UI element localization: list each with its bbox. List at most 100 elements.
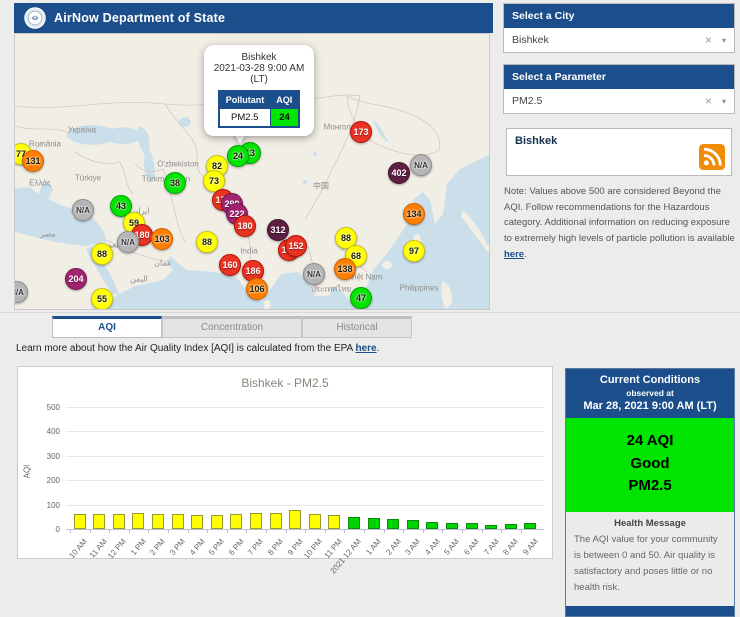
map-place-label: 中国 [313,181,329,191]
aqi-marker[interactable]: 180 [234,215,256,237]
parameter-select[interactable]: PM2.5 × ▾ [504,89,734,113]
chart-bar[interactable] [406,519,419,529]
aqi-marker[interactable]: 106 [246,278,268,300]
chart-bar[interactable] [367,517,380,529]
map-place-label: عمان [154,258,172,268]
popup-city: Bishkek [241,52,277,63]
aqi-marker[interactable]: 103 [151,228,173,250]
health-message-box: Health Message The AQI value for your co… [566,511,734,607]
aqi-marker[interactable]: 173 [350,121,372,143]
rss-icon[interactable] [699,144,725,170]
chart-xtick-label: 8 AM [501,537,521,557]
aqi-marker[interactable]: 402 [388,162,410,184]
aqi-marker[interactable]: 131 [22,150,44,172]
aqi-marker[interactable]: N/A [410,154,432,176]
chart-title: Bishkek - PM2.5 [241,376,329,390]
aqi-value-line: 24 AQI [626,432,674,449]
aqi-summary-box: 24 AQI Good PM2.5 [566,418,734,512]
app-header: AirNow Department of State [14,3,493,33]
aqi-marker[interactable]: 160 [219,254,241,276]
chart-bar[interactable] [210,515,223,529]
aqi-marker[interactable]: 24 [227,145,249,167]
observed-at-label: observed at [626,388,674,398]
chart-ytick-label: 400 [46,427,60,437]
tab-historical[interactable]: Historical [302,316,412,338]
aqi-marker[interactable]: N/A [117,231,139,253]
chart-bar[interactable] [308,513,321,529]
chart-bar[interactable] [93,514,106,529]
close-icon[interactable]: × [705,33,712,47]
map-place-label: مصر [40,229,56,239]
chart-xtick-label: 6 PM [226,537,246,558]
aqi-category: Good [630,454,670,472]
chevron-down-icon[interactable]: ▾ [722,97,726,106]
rss-city-label: Bishkek [515,135,558,147]
chart-bar[interactable] [112,513,125,529]
chart-bar[interactable] [249,512,262,529]
aqi-marker[interactable]: 97 [403,240,425,262]
chevron-down-icon[interactable]: ▾ [722,36,726,45]
chart-bar[interactable] [230,513,243,529]
aqi-marker[interactable]: 47 [350,287,372,309]
observed-datetime: Mar 28, 2021 9:00 AM (LT) [583,400,717,412]
chart-bar[interactable] [171,514,184,529]
chart-xtick-label: 2 PM [148,537,168,558]
aqi-marker[interactable]: 204 [65,268,87,290]
chart-bar[interactable] [269,512,282,529]
chart-bar[interactable] [387,518,400,529]
map-place-label: Україна [67,125,97,135]
aqi-marker[interactable]: 88 [91,243,113,265]
rss-box: Bishkek [506,128,732,176]
chart-bar[interactable] [347,516,360,529]
popup-table: Pollutant AQI PM2.5 24 [217,90,301,128]
popup-aqi-value: 24 [269,108,300,128]
note-text-after: . [524,248,527,260]
chart-ytick-label: 100 [46,500,60,510]
chart-bar[interactable] [426,522,439,529]
page-title: AirNow Department of State [54,11,226,25]
aqi-pollutant: PM2.5 [628,477,672,494]
city-select-value: Bishkek [512,34,549,46]
aqi-map[interactable]: УкраїнаRomâniaΕλλάςTürkiyeO'zbekistonTür… [14,33,490,310]
aqi-marker[interactable]: 312 [267,219,289,241]
chart-bar[interactable] [328,515,341,529]
note-text-before: Note: Values above 500 are considered Be… [504,186,735,245]
chart-xtick-label: 1 AM [364,537,383,557]
aqi-marker[interactable]: N/A [72,199,94,221]
current-conditions-header: Current Conditions observed at Mar 28, 2… [566,369,734,418]
city-widget: Select a City Bishkek × ▾ [503,3,735,53]
aqi-marker[interactable]: 138 [334,258,356,280]
chart-bar[interactable] [289,510,302,529]
chart-bar[interactable] [151,513,164,529]
chart-xtick-label: 3 AM [403,537,423,557]
learn-more-before: Learn more about how the Air Quality Ind… [16,343,356,354]
aqi-marker[interactable]: 55 [91,288,113,309]
chart-xtick-label: 12 PM [106,537,129,561]
learn-more-here-link[interactable]: here [355,343,376,354]
chart-x-axis [66,529,544,530]
note-here-link[interactable]: here [504,249,524,260]
chart-ytick-label: 200 [46,476,60,486]
chart-xtick-label: 7 AM [481,537,501,557]
current-conditions-panel: Current Conditions observed at Mar 28, 2… [565,368,735,617]
city-select[interactable]: Bishkek × ▾ [504,28,734,52]
chart-xtick-label: 3 PM [167,537,187,558]
chart-bar[interactable] [191,515,204,529]
popup-datetime: 2021-03-28 9:00 AM [213,63,305,74]
popup-timezone: (LT) [250,74,268,85]
tab-aqi[interactable]: AQI [52,316,162,338]
chart-gridline [66,480,544,482]
parameter-widget-header: Select a Parameter [504,65,734,89]
aqi-marker[interactable]: 38 [164,172,186,194]
close-icon[interactable]: × [705,94,712,108]
chart-bar[interactable] [132,513,145,529]
chart-xtick-label: 5 AM [442,537,462,557]
aqi-marker[interactable]: 134 [403,203,425,225]
learn-more-text: Learn more about how the Air Quality Ind… [16,343,379,354]
aqi-marker[interactable]: 152 [285,235,307,257]
chart-bar[interactable] [73,514,86,529]
tab-concentration[interactable]: Concentration [162,316,302,338]
aqi-marker[interactable]: N/A [303,263,325,285]
aqi-marker[interactable]: 88 [196,231,218,253]
chart-gridline [66,504,544,506]
